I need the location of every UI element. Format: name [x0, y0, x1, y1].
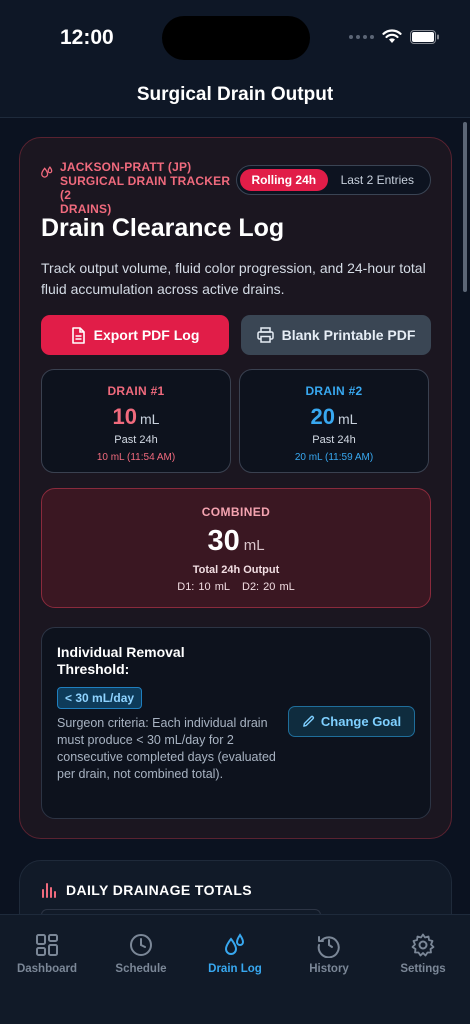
- export-pdf-label: Export PDF Log: [93, 327, 200, 343]
- tab-history[interactable]: History: [282, 915, 376, 1024]
- blank-printable-button[interactable]: Blank Printable PDF: [241, 315, 431, 355]
- change-goal-label: Change Goal: [320, 714, 402, 729]
- tab-label: Dashboard: [16, 963, 78, 975]
- drops-icon: [224, 933, 245, 955]
- tab-bar: Dashboard Schedule Drain Log History Set…: [0, 914, 470, 1024]
- drain-value: 10 mL: [42, 404, 230, 430]
- tab-label: Schedule: [115, 963, 167, 975]
- card-description: Track output volume, fluid color progres…: [41, 260, 426, 297]
- status-indicators: [349, 29, 440, 44]
- pencil-icon: [303, 715, 314, 727]
- export-pdf-button[interactable]: Export PDF Log: [41, 315, 229, 355]
- nav-bar: Surgical Drain Output: [0, 72, 470, 118]
- printer-icon: [256, 327, 274, 343]
- combined-d2: D2: 20 mL: [242, 581, 295, 593]
- status-bar: 12:00: [0, 0, 470, 72]
- tracker-label-line: SURGICAL DRAIN TRACKER (2: [60, 174, 231, 202]
- drain-last-entry: 10 mL (11:54 AM): [96, 452, 176, 463]
- drain-2-summary: DRAIN #2 20 mL Past 24h 20 mL (11:59 AM): [239, 369, 429, 473]
- scrollbar[interactable]: [463, 122, 467, 292]
- tracker-label-line: JACKSON-PRATT (JP): [60, 160, 192, 174]
- drain-period: Past 24h: [312, 434, 356, 446]
- page-title: Surgical Drain Output: [136, 83, 334, 105]
- tracker-type-label: JACKSON-PRATT (JP) SURGICAL DRAIN TRACKE…: [60, 160, 235, 216]
- tab-settings[interactable]: Settings: [376, 915, 470, 1024]
- tab-schedule[interactable]: Schedule: [94, 915, 188, 1024]
- battery-icon: [410, 29, 439, 44]
- daily-totals-title: DAILY DRAINAGE TOTALS: [66, 882, 253, 898]
- clock-icon: [130, 934, 152, 956]
- drain-value-unit: mL: [338, 411, 358, 427]
- removal-threshold-panel: Individual Removal Threshold: < 30 mL/da…: [41, 627, 431, 819]
- combined-subtitle: Total 24h Output: [192, 564, 280, 576]
- combined-value-unit: mL: [243, 537, 265, 554]
- threshold-title: Individual Removal Threshold:: [57, 644, 185, 677]
- tab-label: Drain Log: [208, 963, 262, 975]
- combined-breakdown: D1: 10 mL D2: 20 mL: [42, 581, 430, 593]
- combined-value: 30 mL: [42, 525, 430, 558]
- combined-label: COMBINED: [201, 505, 271, 519]
- wifi-icon: [382, 29, 402, 43]
- combined-d1: D1: 10 mL: [177, 581, 230, 593]
- tab-label: History: [309, 963, 349, 975]
- drain-1-summary: DRAIN #1 10 mL Past 24h 10 mL (11:54 AM): [41, 369, 231, 473]
- daily-totals-header: DAILY DRAINAGE TOTALS: [40, 881, 252, 899]
- tracker-header: JACKSON-PRATT (JP) SURGICAL DRAIN TRACKE…: [40, 160, 235, 216]
- segment-last-2-entries[interactable]: Last 2 Entries: [328, 169, 427, 191]
- daily-totals-card: DAILY DRAINAGE TOTALS: [19, 860, 452, 914]
- drain-value-unit: mL: [140, 411, 160, 427]
- segment-rolling-24h[interactable]: Rolling 24h: [240, 169, 328, 191]
- combined-value-number: 30: [207, 525, 240, 557]
- gear-icon: [411, 933, 435, 957]
- scroll-area[interactable]: JACKSON-PRATT (JP) SURGICAL DRAIN TRACKE…: [0, 118, 470, 914]
- grid-icon: [36, 934, 58, 956]
- dynamic-island: [162, 16, 310, 60]
- drain-name: DRAIN #1: [107, 384, 165, 398]
- blank-printable-label: Blank Printable PDF: [281, 327, 416, 343]
- history-icon: [317, 936, 340, 958]
- tab-label: Settings: [400, 963, 446, 975]
- bar-chart-icon: [42, 883, 56, 898]
- drain-name: DRAIN #2: [305, 384, 363, 398]
- threshold-description: Surgeon criteria: Each individual drain …: [57, 716, 276, 781]
- time-window-toggle: Rolling 24h Last 2 Entries: [236, 165, 431, 195]
- drain-period: Past 24h: [114, 434, 158, 446]
- status-time: 12:00: [60, 26, 114, 49]
- drain-last-entry: 20 mL (11:59 AM): [294, 452, 374, 463]
- drops-icon: [41, 166, 53, 178]
- combined-summary: COMBINED 30 mL Total 24h Output D1: 10 mL…: [41, 488, 431, 608]
- change-goal-button[interactable]: Change Goal: [288, 706, 415, 737]
- threshold-badge: < 30 mL/day: [57, 687, 143, 709]
- drain-tracker-card: JACKSON-PRATT (JP) SURGICAL DRAIN TRACKE…: [19, 137, 452, 839]
- tab-drain-log[interactable]: Drain Log: [188, 915, 282, 1024]
- document-icon: [71, 326, 85, 344]
- drain-value-number: 10: [112, 404, 138, 429]
- drain-value: 20 mL: [240, 404, 428, 430]
- cellular-signal-icon: [349, 34, 374, 39]
- drain-value-number: 20: [310, 404, 336, 429]
- tab-dashboard[interactable]: Dashboard: [0, 915, 94, 1024]
- card-title: Drain Clearance Log: [41, 214, 285, 242]
